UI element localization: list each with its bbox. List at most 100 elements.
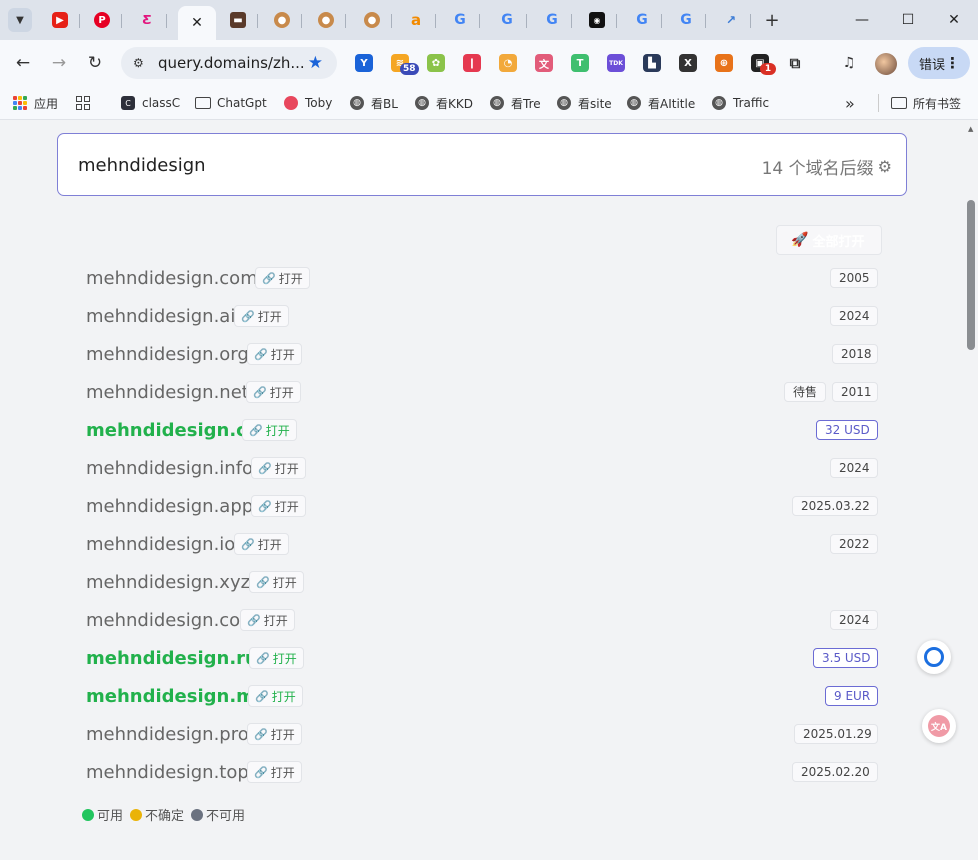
registration-date-tag: 2024 — [830, 306, 878, 326]
domain-name[interactable]: mehndidesign.co — [86, 610, 240, 631]
open-domain-button[interactable]: 🔗 打开 — [247, 343, 302, 365]
close-window-button[interactable]: ✕ — [934, 6, 974, 34]
domain-name[interactable]: mehndidesign.info — [86, 458, 253, 479]
tab-active[interactable]: ✕ — [178, 6, 216, 40]
bookmark-看tre[interactable]: ◍ 看Tre — [489, 94, 541, 112]
open-domain-button[interactable]: 🔗 打开 — [251, 495, 306, 517]
red-ext-icon[interactable]: ❙ — [463, 54, 481, 72]
bookmark-classc[interactable]: CclassC — [120, 94, 180, 112]
open-label: 打开 — [263, 613, 288, 628]
bookmark-traffic[interactable]: ◍ Traffic — [711, 94, 769, 112]
bookmark-应用[interactable]: 应用 — [12, 94, 58, 112]
domain-name[interactable]: mehndidesign.pro — [86, 724, 249, 745]
domain-name[interactable]: mehndidesign.org — [86, 344, 249, 365]
domain-name[interactable]: mehndidesign.me — [86, 686, 267, 707]
tab-google-2[interactable]: G — [487, 6, 527, 34]
tab-dark-site[interactable]: ◉ — [577, 6, 617, 34]
media-control-icon[interactable]: ♫ — [840, 54, 858, 72]
open-domain-button[interactable]: 🔗 打开 — [255, 267, 310, 289]
domain-name[interactable]: mehndidesign.app — [86, 496, 253, 517]
tab-google-4[interactable]: G — [622, 6, 662, 34]
bookmark-chatgpt[interactable]: ChatGpt — [195, 94, 267, 112]
bookmark-看aititle[interactable]: ◍ 看AItitle — [626, 94, 695, 112]
address-url[interactable]: query.domains/zh... — [158, 54, 305, 72]
scroll-up-arrow-icon[interactable]: ▲ — [968, 125, 973, 133]
floating-assistant-button[interactable] — [917, 640, 951, 674]
open-domain-button[interactable]: 🔗 打开 — [249, 571, 304, 593]
open-domain-button[interactable]: 🔗 打开 — [251, 457, 306, 479]
tab-pinterest[interactable]: P — [82, 6, 122, 34]
bookmark-star-icon[interactable]: ★ — [308, 53, 323, 73]
bookmark-看site[interactable]: ◍ 看site — [556, 94, 612, 112]
minimize-button[interactable]: — — [842, 6, 882, 34]
tab-google-5[interactable]: G — [666, 6, 706, 34]
rss-ext-icon[interactable]: ≋ 58 — [391, 54, 419, 75]
tab-trends[interactable]: ↗ — [711, 6, 751, 34]
domain-name[interactable]: mehndidesign.com — [86, 268, 258, 289]
tab-google-3[interactable]: G — [532, 6, 572, 34]
tab-cookie-2[interactable]: ● — [306, 6, 346, 34]
open-domain-button[interactable]: 🔗 打开 — [246, 381, 301, 403]
new-tab-button[interactable]: + — [760, 8, 784, 32]
address-bar[interactable]: ⚙ query.domains/zh... ★ — [121, 47, 337, 79]
tab-google-1[interactable]: G — [440, 6, 480, 34]
open-domain-button[interactable]: 🔗 打开 — [249, 647, 304, 669]
page-scrollbar[interactable]: ▲ — [964, 121, 978, 860]
open-domain-button[interactable]: 🔗 打开 — [247, 761, 302, 783]
bookmark-grid[interactable] — [75, 94, 97, 112]
suffix-count[interactable]: 14 个域名后缀 ⚙ — [762, 154, 892, 179]
translate-ext-icon[interactable]: 文 — [535, 54, 553, 72]
open-domain-button[interactable]: 🔗 打开 — [234, 533, 289, 555]
maximize-button[interactable]: ☐ — [888, 6, 928, 34]
puzzle-green-ext-icon[interactable]: ✿ — [427, 54, 445, 72]
reload-button[interactable]: ↻ — [82, 50, 108, 76]
tab-search-button[interactable]: ▼ — [8, 8, 32, 32]
more-menu-icon[interactable]: ⋮ — [945, 54, 960, 72]
gauge-ext-icon[interactable]: ◔ — [499, 54, 517, 72]
back-button[interactable]: ← — [10, 50, 36, 76]
domain-search-input[interactable]: mehndidesign — [78, 155, 206, 176]
domain-name[interactable]: mehndidesign.io — [86, 534, 235, 555]
link-icon: 🔗 — [254, 727, 268, 741]
bookmark-看bl[interactable]: ◍ 看BL — [349, 94, 398, 112]
floating-translate-button[interactable]: 文A — [922, 709, 956, 743]
open-domain-button[interactable]: 🔗 打开 — [240, 609, 295, 631]
open-domain-button[interactable]: 🔗 打开 — [234, 305, 289, 327]
all-bookmarks-folder[interactable]: 所有书签 — [891, 94, 961, 112]
domain-name[interactable]: mehndidesign.cn — [86, 420, 260, 441]
bookmark-toby[interactable]: Toby — [283, 94, 332, 112]
site-info-icon[interactable]: ⚙ — [133, 56, 147, 70]
tdk-ext-icon[interactable]: TDK — [607, 54, 625, 72]
v-ext-icon[interactable]: Y — [355, 54, 373, 72]
domain-search-box[interactable]: mehndidesign 14 个域名后缀 ⚙ — [57, 133, 907, 196]
forward-button[interactable]: → — [46, 50, 72, 76]
scroll-thumb[interactable] — [967, 200, 975, 350]
tab-butterfly[interactable]: Ƹ — [127, 6, 167, 34]
open-domain-button[interactable]: 🔗 打开 — [247, 723, 302, 745]
profile-avatar[interactable] — [875, 53, 897, 75]
bookmarks-overflow-icon[interactable]: » — [845, 94, 855, 113]
domain-name[interactable]: mehndidesign.net — [86, 382, 249, 403]
tab-brown-site[interactable]: ▬ — [218, 6, 258, 34]
tab-cookie-3[interactable]: ● — [352, 6, 392, 34]
settings-gear-icon[interactable]: ⚙ — [878, 157, 892, 176]
domain-name[interactable]: mehndidesign.ai — [86, 306, 235, 327]
orange-ext-icon[interactable]: ⊕ — [715, 54, 733, 72]
tab-youtube[interactable]: ▶ — [40, 6, 80, 34]
bookmark-看kkd[interactable]: ◍ 看KKD — [414, 94, 473, 112]
open-domain-button[interactable]: 🔗 打开 — [248, 685, 303, 707]
book-ext-icon[interactable]: ▙ — [643, 54, 661, 72]
open-domain-button[interactable]: 🔗 打开 — [242, 419, 297, 441]
x-ext-icon[interactable]: X — [679, 54, 697, 72]
close-tab-icon[interactable]: ✕ — [191, 15, 203, 31]
chat-ext-icon[interactable]: ▣ 1 — [751, 54, 776, 75]
tab-cookie-1[interactable]: ● — [262, 6, 302, 34]
domain-name[interactable]: mehndidesign.run — [86, 648, 271, 669]
error-button[interactable]: 错误 ⋮ — [908, 47, 970, 79]
extensions-puzzle-icon[interactable]: ⧉ — [786, 54, 804, 72]
domain-name[interactable]: mehndidesign.xyz — [86, 572, 250, 593]
domain-name[interactable]: mehndidesign.top — [86, 762, 249, 783]
t-ext-icon[interactable]: T — [571, 54, 589, 72]
tab-ahrefs[interactable]: a — [396, 6, 436, 34]
open-all-button[interactable]: 🚀 全部打开 — [776, 225, 882, 255]
